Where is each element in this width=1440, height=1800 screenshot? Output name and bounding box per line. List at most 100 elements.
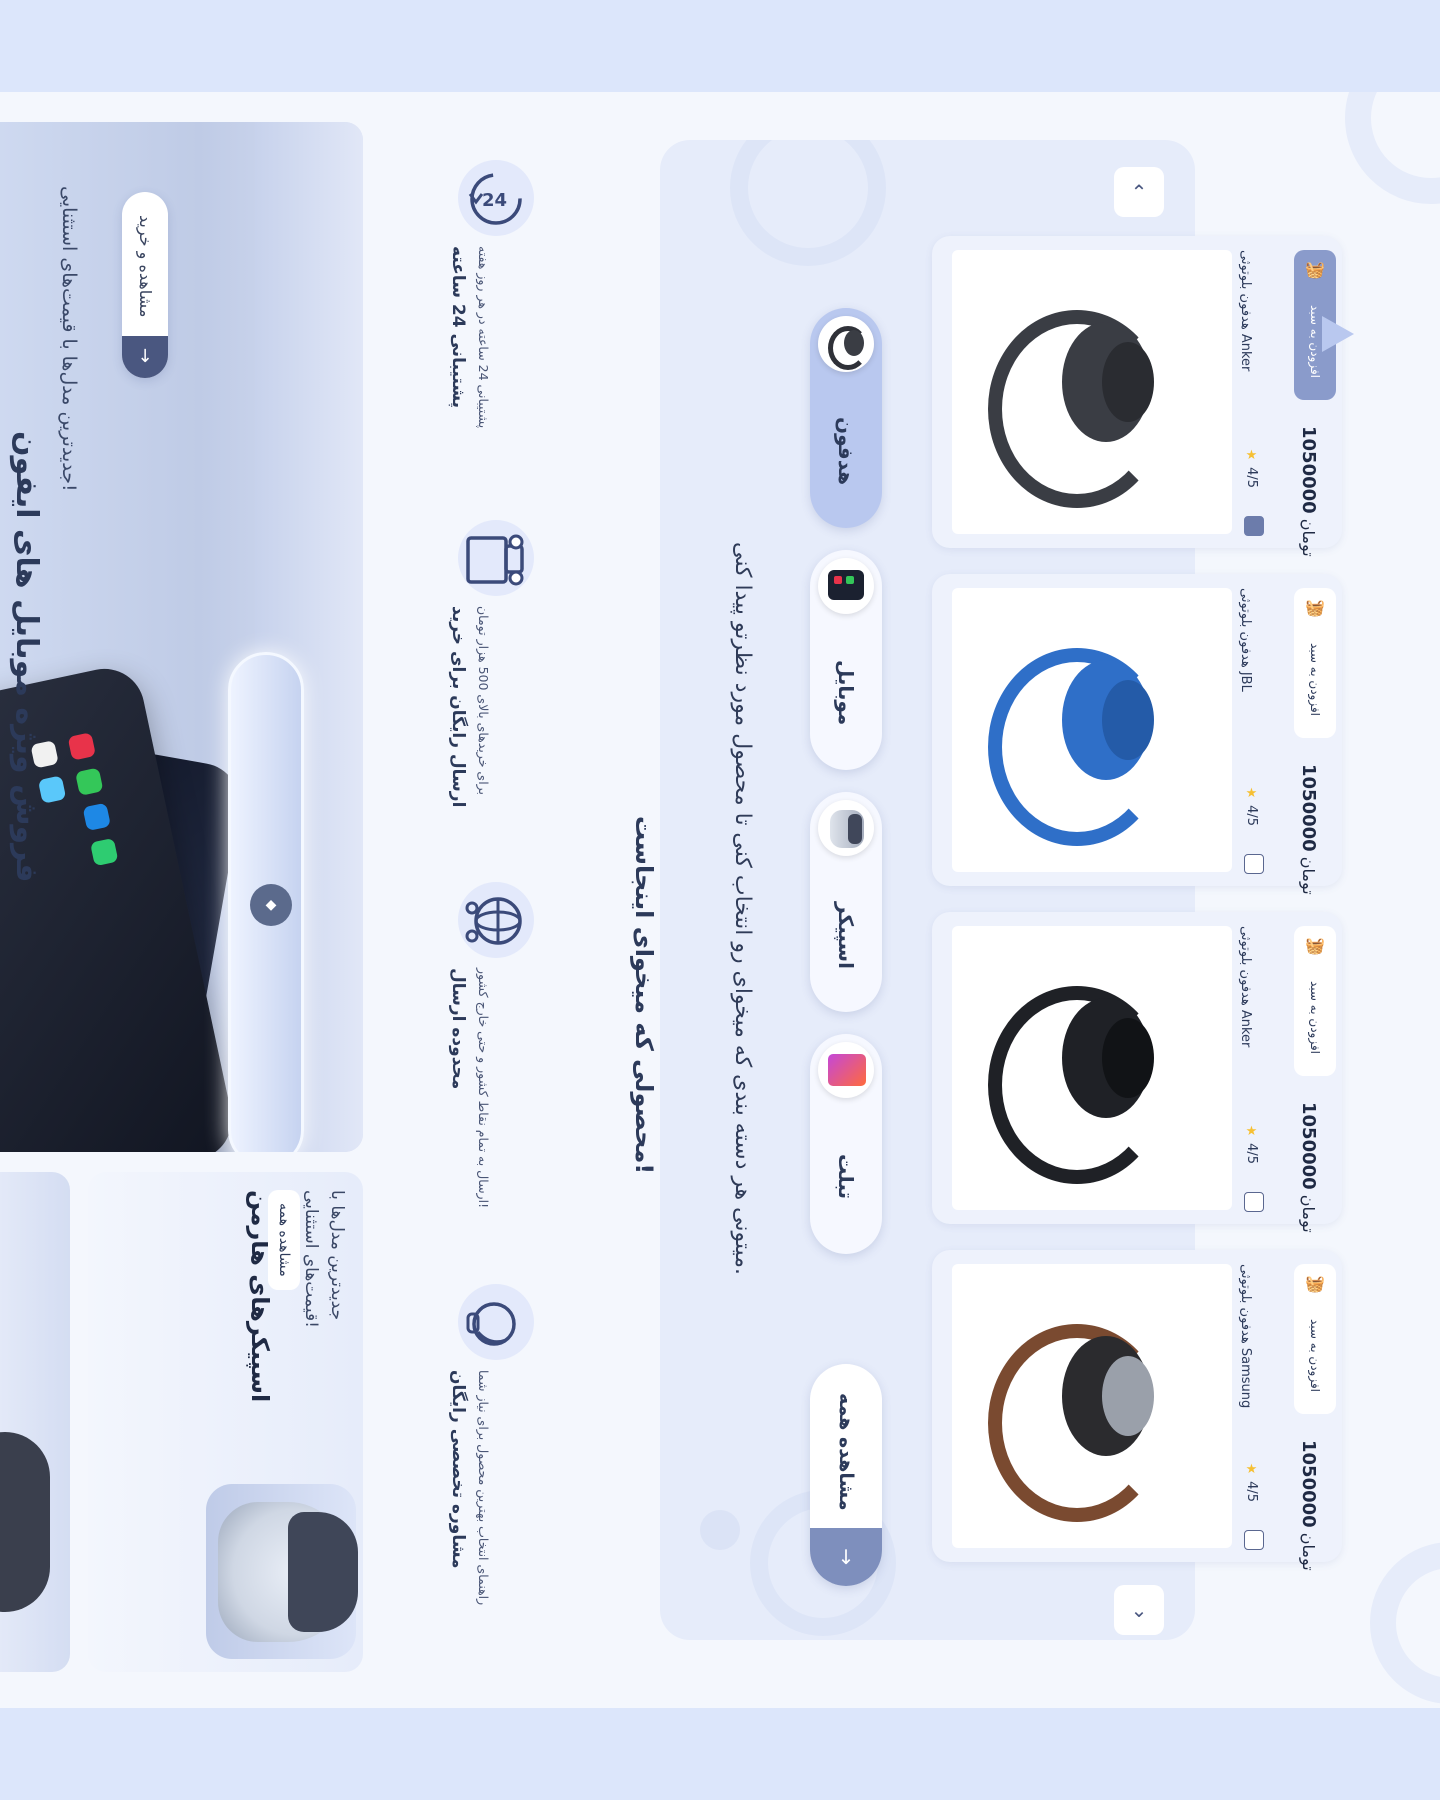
product-price: 1050000 تومان bbox=[1298, 764, 1319, 895]
feature-title: محدوده ارسال bbox=[448, 968, 468, 1090]
product-name: هدفون بلوتوثی JBL bbox=[1238, 588, 1253, 692]
chevron-down-icon[interactable]: ⌄ bbox=[1114, 1585, 1164, 1635]
category-label: موبایل bbox=[834, 660, 858, 726]
feature-icon-bg bbox=[458, 520, 534, 596]
basket-icon: 🧺 bbox=[1305, 1274, 1325, 1293]
promo-button-label: مشاهده همه bbox=[276, 1203, 292, 1277]
product-price: 1050000 تومان bbox=[1298, 1440, 1319, 1571]
bookmark-icon[interactable] bbox=[1244, 516, 1264, 536]
section-description: میتونی هر دسته بندی که میخوای رو انتخاب … bbox=[730, 542, 755, 1275]
hero-button-label: مشاهده و خرید bbox=[136, 214, 155, 318]
add-to-cart-label: افزودن به سبد bbox=[1308, 643, 1322, 717]
basket-icon: 🧺 bbox=[1305, 936, 1325, 955]
see-all-button[interactable]: مشاهده همه ↓ bbox=[810, 1364, 882, 1586]
app-icon bbox=[67, 732, 97, 761]
add-to-cart-label: افزودن به سبد bbox=[1308, 981, 1322, 1055]
feature-title: پشتیبانی 24 ساعته bbox=[448, 246, 468, 408]
feature-title: ارسال رایگان برای خرید bbox=[448, 606, 468, 808]
product-name: هدفون بلوتوثی Anker bbox=[1238, 926, 1253, 1048]
product-card[interactable]: هدفون بلوتوثی Samsung 🧺 افزودن به سبد ★ … bbox=[932, 1250, 1342, 1571]
promo-card-speakers[interactable]: اسپیکرهای هارمن مشاهده همه جدیدترین مدل‌… bbox=[88, 1172, 363, 1672]
support-24h-icon: 24 bbox=[468, 173, 522, 225]
page-canvas: ◆ فروش ویژه موبایل های ایفون جدیدترین مد… bbox=[0, 92, 1440, 1708]
decor-ring bbox=[730, 140, 886, 266]
speaker-fabric bbox=[288, 1512, 358, 1632]
hero-banner: ◆ فروش ویژه موبایل های ایفون جدیدترین مد… bbox=[0, 122, 363, 1152]
category-tablet[interactable]: تبلت bbox=[810, 1034, 882, 1254]
feature-support: 24 پشتیبانی 24 ساعته پشتیبانی 24 ساعته د… bbox=[448, 160, 534, 460]
product-rating: ★ 4/5 bbox=[1244, 448, 1259, 489]
headphone-image bbox=[0, 1432, 50, 1612]
star-icon: ★ bbox=[1244, 1124, 1259, 1139]
category-mobile[interactable]: موبایل bbox=[810, 550, 882, 770]
product-name: هدفون بلوتوثی Anker bbox=[1238, 250, 1253, 372]
app-icon bbox=[90, 837, 119, 867]
arrow-down-icon: ↓ bbox=[122, 336, 168, 378]
product-card[interactable]: هدفون بلوتوثی Anker 🧺 افزودن به سبد ★ 4/… bbox=[932, 236, 1342, 557]
bookmark-icon[interactable] bbox=[1244, 1530, 1264, 1550]
promo-see-all-button[interactable]: مشاهده همه bbox=[268, 1190, 300, 1290]
speaker-thumb-icon bbox=[818, 800, 874, 856]
basket-icon: 🧺 bbox=[1305, 598, 1325, 617]
add-to-cart-button[interactable]: 🧺 افزودن به سبد bbox=[1294, 1264, 1336, 1414]
product-image bbox=[952, 926, 1232, 1210]
star-icon: ★ bbox=[1244, 1462, 1259, 1477]
feature-desc: راهنمای انتخاب بهترین محصول برای نیاز شم… bbox=[476, 1370, 491, 1606]
feature-desc: ارسال به تمام نقاط کشور و حتی خارج کشور! bbox=[476, 968, 491, 1209]
product-name: هدفون بلوتوثی Samsung bbox=[1238, 1264, 1253, 1409]
feature-desc: پشتیبانی 24 ساعته در هر روز هفته bbox=[476, 246, 491, 429]
product-image bbox=[952, 588, 1232, 872]
arrow-down-icon: ↓ bbox=[810, 1528, 882, 1586]
feature-desc: برای خریدهای بالای 500 هزار تومان bbox=[476, 606, 491, 796]
bookmark-icon[interactable] bbox=[1244, 854, 1264, 874]
product-rating: ★ 4/5 bbox=[1244, 786, 1259, 827]
product-card[interactable]: هدفون بلوتوثی Anker 🧺 افزودن به سبد ★ 4/… bbox=[932, 912, 1342, 1233]
category-label: هدفون bbox=[834, 416, 858, 486]
product-card[interactable]: هدفون بلوتوثی JBL 🧺 افزودن به سبد ★ 4/5 … bbox=[932, 574, 1342, 895]
feature-icon-bg: 24 bbox=[458, 160, 534, 236]
tablet-thumb-icon bbox=[818, 1042, 874, 1098]
app-icon bbox=[82, 802, 111, 832]
feature-free-shipping: ارسال رایگان برای خرید برای خریدهای بالا… bbox=[448, 520, 534, 820]
add-to-cart-label: افزودن به سبد bbox=[1308, 1319, 1322, 1393]
add-to-cart-button[interactable]: 🧺 افزودن به سبد bbox=[1294, 926, 1336, 1076]
product-image bbox=[952, 250, 1232, 534]
product-price: 1050000 تومان bbox=[1298, 426, 1319, 557]
star-icon: ★ bbox=[1244, 448, 1259, 463]
feature-icon-bg bbox=[458, 1284, 534, 1360]
basket-icon: 🧺 bbox=[1305, 260, 1325, 279]
category-headphones[interactable]: هدفون bbox=[810, 308, 882, 528]
hero-subtitle: جدیدترین مدل‌ها با قیمت‌های استثنایی! bbox=[58, 186, 80, 492]
top-band bbox=[0, 0, 1440, 92]
feature-shipping-area: محدوده ارسال ارسال به تمام نقاط کشور و ح… bbox=[448, 882, 534, 1208]
globe-location-icon bbox=[465, 897, 522, 945]
decor-ring bbox=[1345, 92, 1440, 204]
headphone-thumb-icon bbox=[818, 316, 874, 372]
product-price: 1050000 تومان bbox=[1298, 1102, 1319, 1233]
product-rating: ★ 4/5 bbox=[1244, 1124, 1259, 1165]
category-label: تبلت bbox=[834, 1154, 858, 1200]
decor-dot bbox=[680, 200, 740, 260]
promo-card-headphones[interactable] bbox=[0, 1172, 70, 1672]
feature-consultation: مشاوره تخصصی رایگان راهنمای انتخاب بهتری… bbox=[448, 1284, 534, 1605]
delivery-truck-icon bbox=[466, 534, 524, 586]
star-icon: ★ bbox=[1244, 786, 1259, 801]
promo-subtitle: جدیدترین مدل‌ها با قیمت‌های استثنایی! bbox=[301, 1190, 347, 1328]
chevron-up-icon[interactable]: ⌃ bbox=[1114, 167, 1164, 217]
bookmark-icon[interactable] bbox=[1244, 1192, 1264, 1212]
add-to-cart-button[interactable]: 🧺 افزودن به سبد bbox=[1294, 588, 1336, 738]
svg-text:24: 24 bbox=[482, 190, 507, 211]
category-speaker[interactable]: اسپیکر bbox=[810, 792, 882, 1012]
product-image bbox=[952, 1264, 1232, 1548]
decor-dot bbox=[700, 1510, 740, 1550]
product-rating: ★ 4/5 bbox=[1244, 1462, 1259, 1503]
category-label: اسپیکر bbox=[834, 901, 858, 969]
feature-icon-bg bbox=[458, 882, 534, 958]
slider-handle[interactable]: ◆ bbox=[250, 884, 292, 926]
selection-pointer bbox=[1322, 316, 1354, 352]
see-all-label: مشاهده همه bbox=[835, 1393, 857, 1511]
feature-title: مشاوره تخصصی رایگان bbox=[448, 1370, 468, 1569]
hero-shop-button[interactable]: مشاهده و خرید ↓ bbox=[122, 192, 168, 378]
app-icon bbox=[75, 767, 104, 796]
bottom-band bbox=[0, 1708, 1440, 1800]
